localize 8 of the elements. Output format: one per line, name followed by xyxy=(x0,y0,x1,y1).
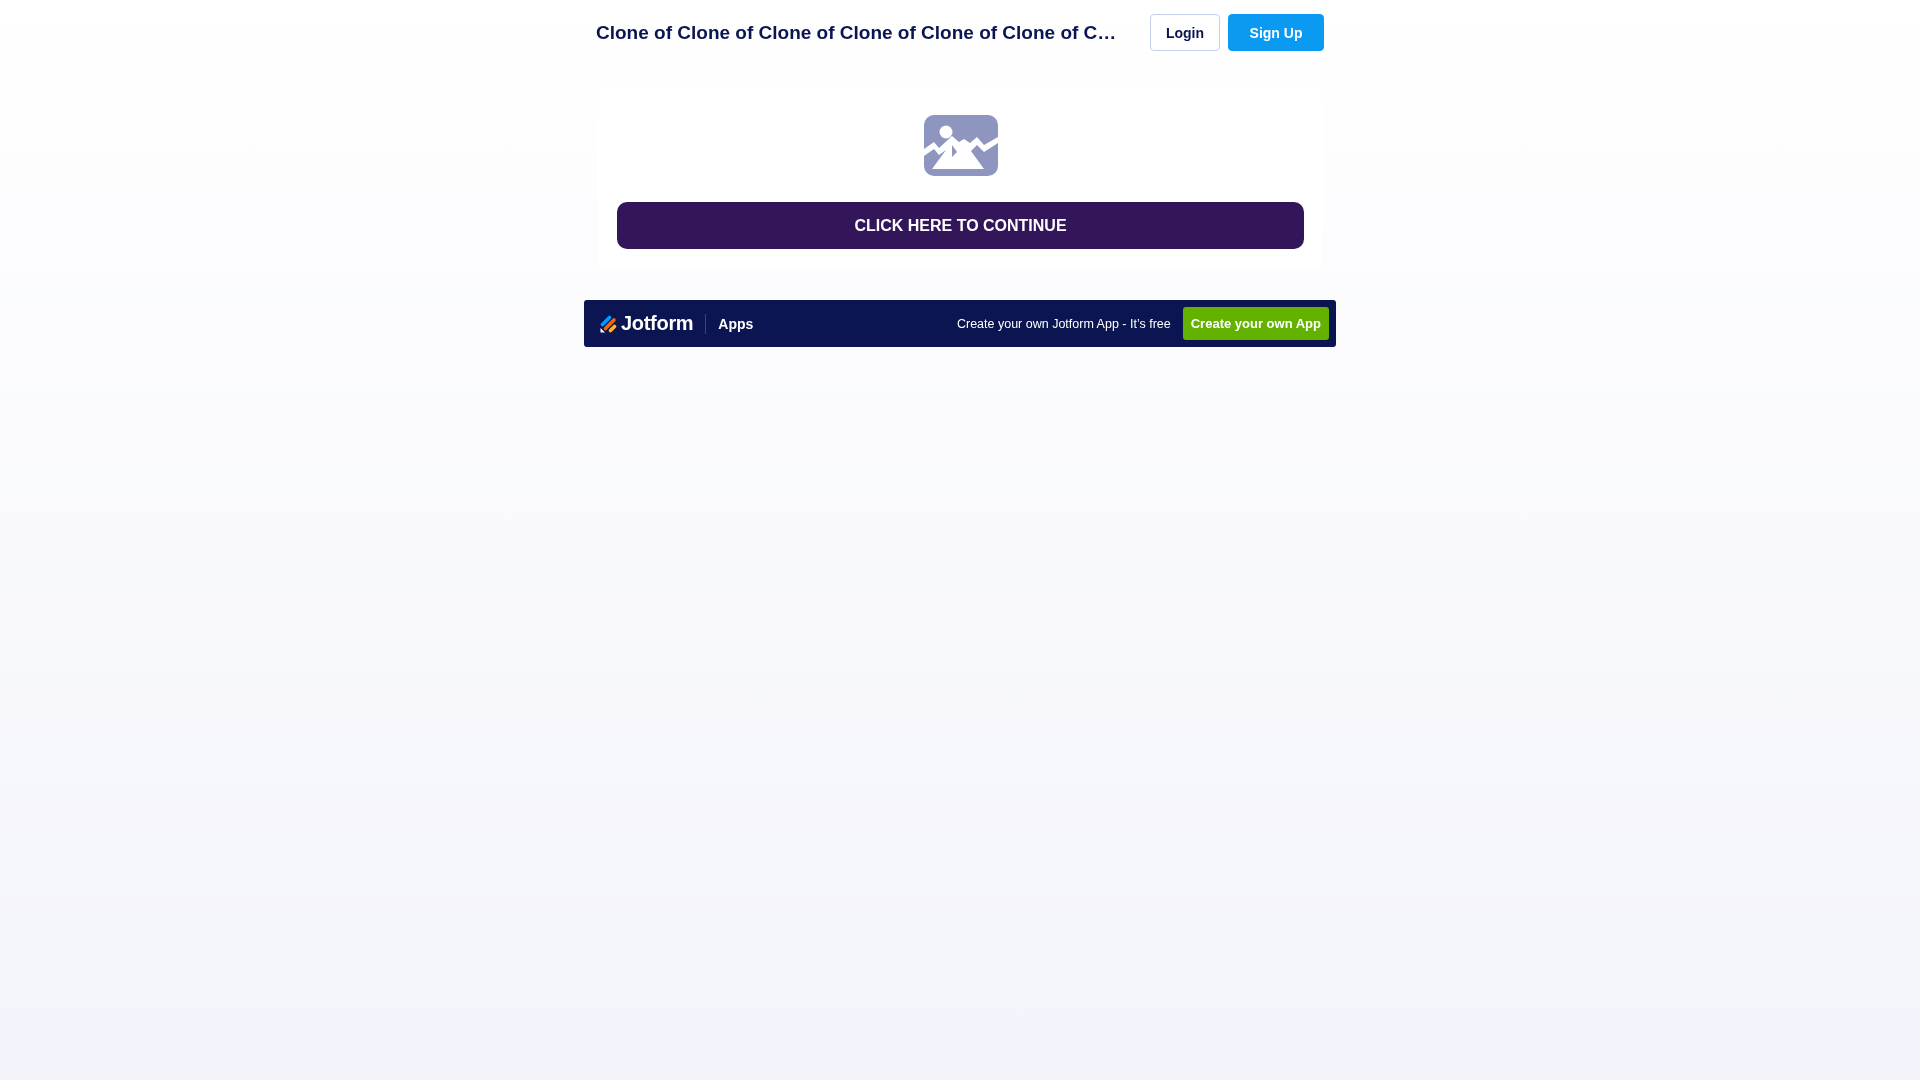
brand-name: Jotform xyxy=(621,312,694,335)
continue-button[interactable]: CLICK HERE TO CONTINUE xyxy=(617,202,1304,249)
form-title: Clone of Clone of Clone of Clone of Clone of Clone of C… xyxy=(596,21,1118,44)
promo-text: Create your own Jotform App - It’s free xyxy=(956,316,1171,331)
logo-icon xyxy=(600,314,617,333)
login-button[interactable]: Login xyxy=(1150,14,1220,51)
image-placeholder-icon xyxy=(923,115,998,176)
section-label: Apps xyxy=(718,315,754,332)
